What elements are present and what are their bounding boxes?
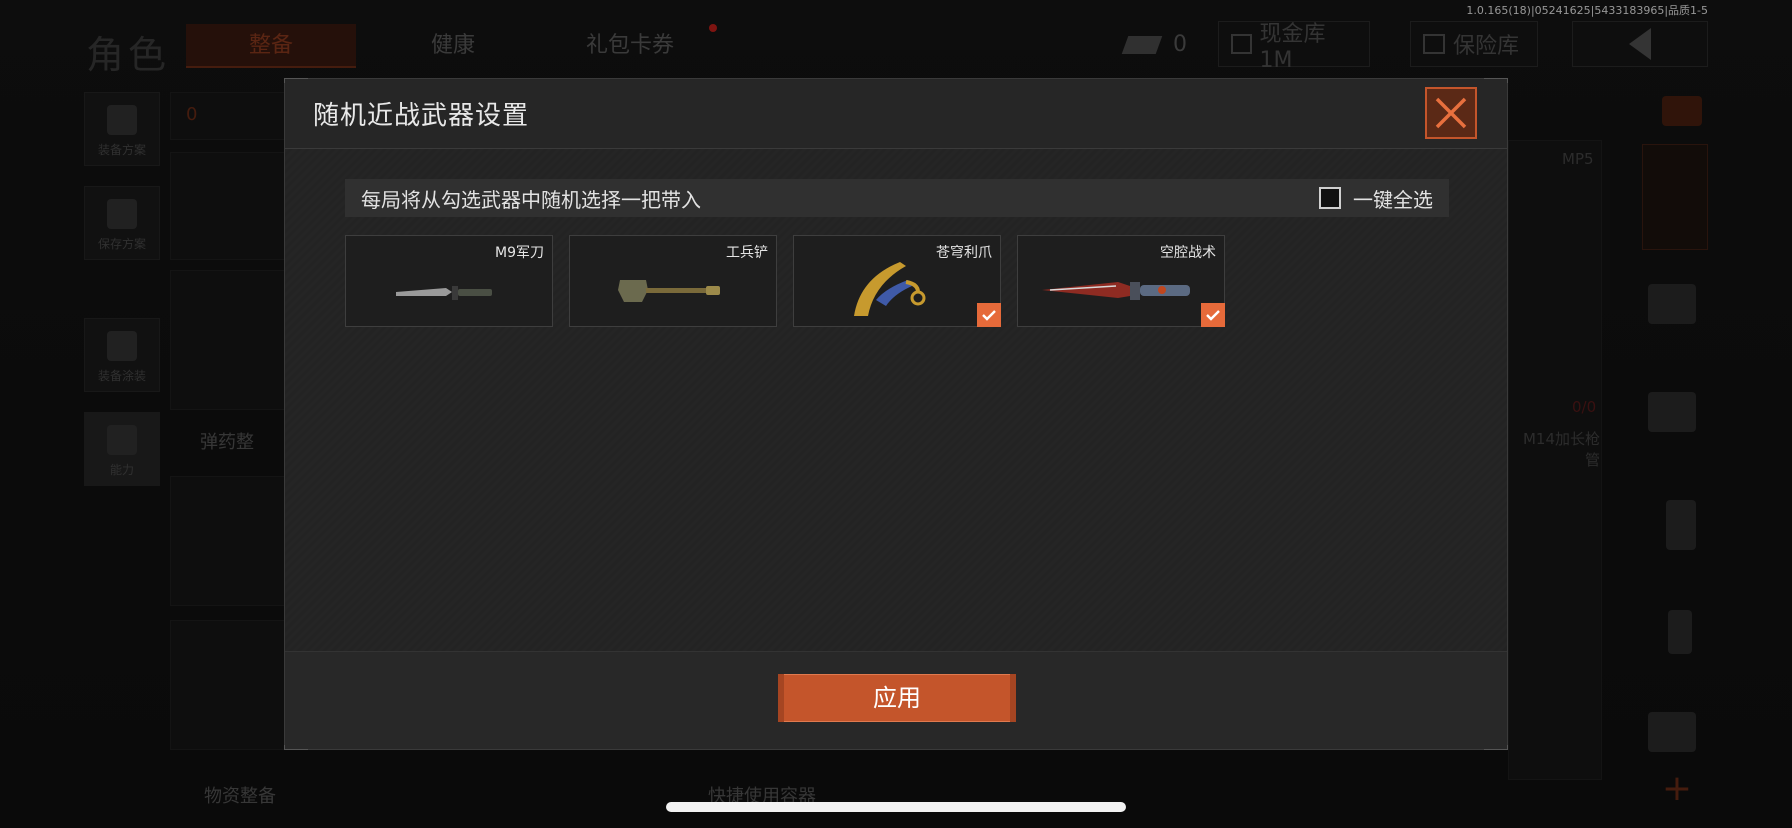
karambit-icon [854, 262, 926, 316]
weapon-checkbox-checked[interactable] [977, 303, 1001, 327]
weapon-card-karambit[interactable]: 苍穹利爪 [793, 235, 1001, 327]
weapon-card-m9[interactable]: M9军刀 [345, 235, 553, 327]
random-melee-dialog: 随机近战武器设置 每局将从勾选武器中随机选择一把带入 一键全选 M9军刀 工兵铲… [284, 78, 1508, 750]
close-icon [1435, 97, 1467, 129]
hint-text: 每局将从勾选武器中随机选择一把带入 [361, 187, 701, 212]
select-all-toggle[interactable]: 一键全选 [1319, 184, 1433, 213]
hint-bar: 每局将从勾选武器中随机选择一把带入 一键全选 [345, 179, 1449, 217]
select-all-checkbox[interactable] [1319, 187, 1341, 209]
dialog-footer: 应用 [285, 651, 1507, 749]
select-all-label: 一键全选 [1353, 187, 1433, 212]
apply-button[interactable]: 应用 [778, 674, 1016, 722]
dialog-title: 随机近战武器设置 [313, 101, 530, 131]
weapon-list: M9军刀 工兵铲 苍穹利爪 空腔战术 [345, 235, 1225, 327]
dialog-body: 每局将从勾选武器中随机选择一把带入 一键全选 M9军刀 工兵铲 苍穹利爪 空腔战… [285, 149, 1507, 651]
close-button[interactable] [1425, 87, 1477, 139]
check-icon [982, 310, 996, 321]
shovel-icon [618, 280, 720, 302]
weapon-card-shovel[interactable]: 工兵铲 [569, 235, 777, 327]
weapon-checkbox-checked[interactable] [1201, 303, 1225, 327]
weapon-card-tactical[interactable]: 空腔战术 [1017, 235, 1225, 327]
bayonet-knife-icon [396, 286, 492, 300]
tactical-knife-icon [1042, 282, 1190, 300]
check-icon [1206, 310, 1220, 321]
home-indicator[interactable] [666, 802, 1126, 812]
dialog-header: 随机近战武器设置 [285, 79, 1507, 149]
